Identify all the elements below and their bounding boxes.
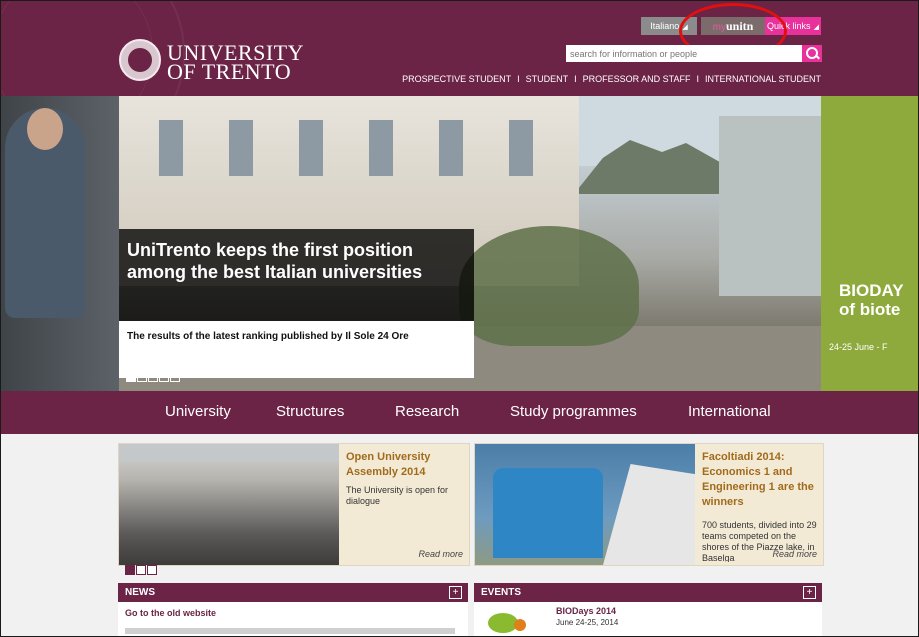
news-item-cut-off [125, 628, 455, 634]
slide-dot-2[interactable] [137, 372, 147, 382]
nav-professor-staff[interactable]: PROFESSOR AND STAFF [583, 74, 691, 84]
browser-viewport: UNIVERSITY OF TRENTO Italiano ◢ myunitn Q… [0, 0, 919, 637]
featured-dot-3[interactable] [147, 565, 157, 575]
hero-person [5, 108, 85, 318]
nav-international-student[interactable]: INTERNATIONAL STUDENT [705, 74, 821, 84]
event-thumbnail[interactable] [476, 607, 546, 636]
nav-university[interactable]: University [165, 403, 231, 420]
hero-slider: BIODAY of biote 24-25 June - F UniTrento… [1, 96, 918, 391]
university-logo-text[interactable]: UNIVERSITY OF TRENTO [167, 42, 304, 84]
featured-card[interactable]: Facoltiadi 2014: Economics 1 and Enginee… [474, 443, 824, 566]
expand-plus-icon[interactable]: + [803, 586, 816, 599]
search-button[interactable] [802, 45, 822, 62]
event-title[interactable]: BIODays 2014 [556, 606, 616, 616]
search-icon-handle [815, 54, 820, 60]
featured-page-indicators [125, 565, 158, 583]
nav-prospective-student[interactable]: PROSPECTIVE STUDENT [402, 74, 511, 84]
nav-student[interactable]: STUDENT [526, 74, 569, 84]
hero-window [229, 120, 253, 176]
events-header: EVENTS + [474, 583, 822, 602]
slide-dot-3[interactable] [148, 372, 158, 382]
read-more-link[interactable]: Read more [418, 549, 463, 559]
nav-international[interactable]: International [688, 403, 771, 420]
nav-research[interactable]: Research [395, 403, 459, 420]
photo-roof [119, 444, 339, 462]
news-box: NEWS + Go to the old website [118, 583, 468, 636]
featured-title[interactable]: Facoltiadi 2014: Economics 1 and Enginee… [702, 450, 820, 510]
search-input[interactable] [566, 45, 802, 62]
hero-window [369, 120, 393, 176]
nav-structures[interactable]: Structures [276, 403, 344, 420]
audience-nav: PROSPECTIVE STUDENT I STUDENT I PROFESSOR AN… [400, 74, 823, 84]
slide-dot-5[interactable] [170, 372, 180, 382]
event-thumbnail-shape [514, 619, 526, 631]
hero-subtitle-box: The results of the latest ranking publis… [119, 321, 474, 378]
hero-window [159, 120, 183, 176]
featured-photo-assembly[interactable] [119, 444, 339, 565]
logo-line-2: OF TRENTO [167, 59, 292, 84]
hero-prev-slide-image[interactable] [1, 96, 119, 391]
content-area: Open University Assembly 2014 The Univer… [1, 434, 918, 636]
separator: I [574, 74, 577, 84]
featured-card[interactable]: Open University Assembly 2014 The Univer… [118, 443, 470, 566]
news-item-old-website[interactable]: Go to the old website [125, 608, 216, 618]
main-nav: University Structures Research Study pro… [1, 391, 918, 434]
nav-study-programmes[interactable]: Study programmes [510, 403, 637, 420]
read-more-link[interactable]: Read more [772, 549, 817, 559]
slide-dot-1[interactable] [126, 372, 136, 382]
separator: I [696, 74, 699, 84]
hero-trees [459, 226, 639, 346]
separator: I [517, 74, 520, 84]
next-slide-title-1: BIODAY [839, 281, 904, 300]
photo-shirt [493, 468, 603, 558]
featured-title[interactable]: Open University Assembly 2014 [346, 450, 464, 480]
expand-plus-icon[interactable]: + [449, 586, 462, 599]
hero-slide-indicators [126, 372, 181, 382]
events-heading: EVENTS [481, 587, 522, 598]
caret-up-icon: ◢ [813, 24, 819, 31]
featured-photo-facoltiadi[interactable] [475, 444, 695, 565]
university-logo-icon[interactable] [119, 39, 161, 81]
hero-next-slide-image[interactable]: BIODAY of biote 24-25 June - F [821, 96, 918, 391]
hero-person-face [27, 108, 63, 150]
site-header: UNIVERSITY OF TRENTO Italiano ◢ myunitn Q… [1, 1, 918, 96]
hero-window [299, 120, 323, 176]
next-slide-date: 24-25 June - F [829, 342, 888, 352]
next-slide-title-2: of biote [839, 300, 901, 319]
featured-text: The University is open for dialogue [346, 485, 449, 506]
news-header: NEWS + [118, 583, 468, 602]
hero-headline[interactable]: UniTrento keeps the first position among… [127, 239, 457, 283]
photo-tent [603, 464, 695, 565]
hero-building-right [719, 116, 821, 296]
events-box: EVENTS + BIODays 2014 June 24-25, 2014 [474, 583, 822, 636]
hero-window [509, 120, 533, 176]
slide-dot-4[interactable] [159, 372, 169, 382]
hero-window [439, 120, 463, 176]
hero-subtitle: The results of the latest ranking publis… [127, 331, 409, 342]
hero-caption[interactable]: UniTrento keeps the first position among… [119, 229, 474, 378]
news-heading: NEWS [125, 587, 155, 598]
next-slide-title: BIODAY of biote [839, 281, 904, 319]
featured-dot-1[interactable] [125, 565, 135, 575]
language-label: Italiano [650, 21, 680, 31]
featured-dot-2[interactable] [136, 565, 146, 575]
event-date: June 24-25, 2014 [556, 618, 619, 627]
